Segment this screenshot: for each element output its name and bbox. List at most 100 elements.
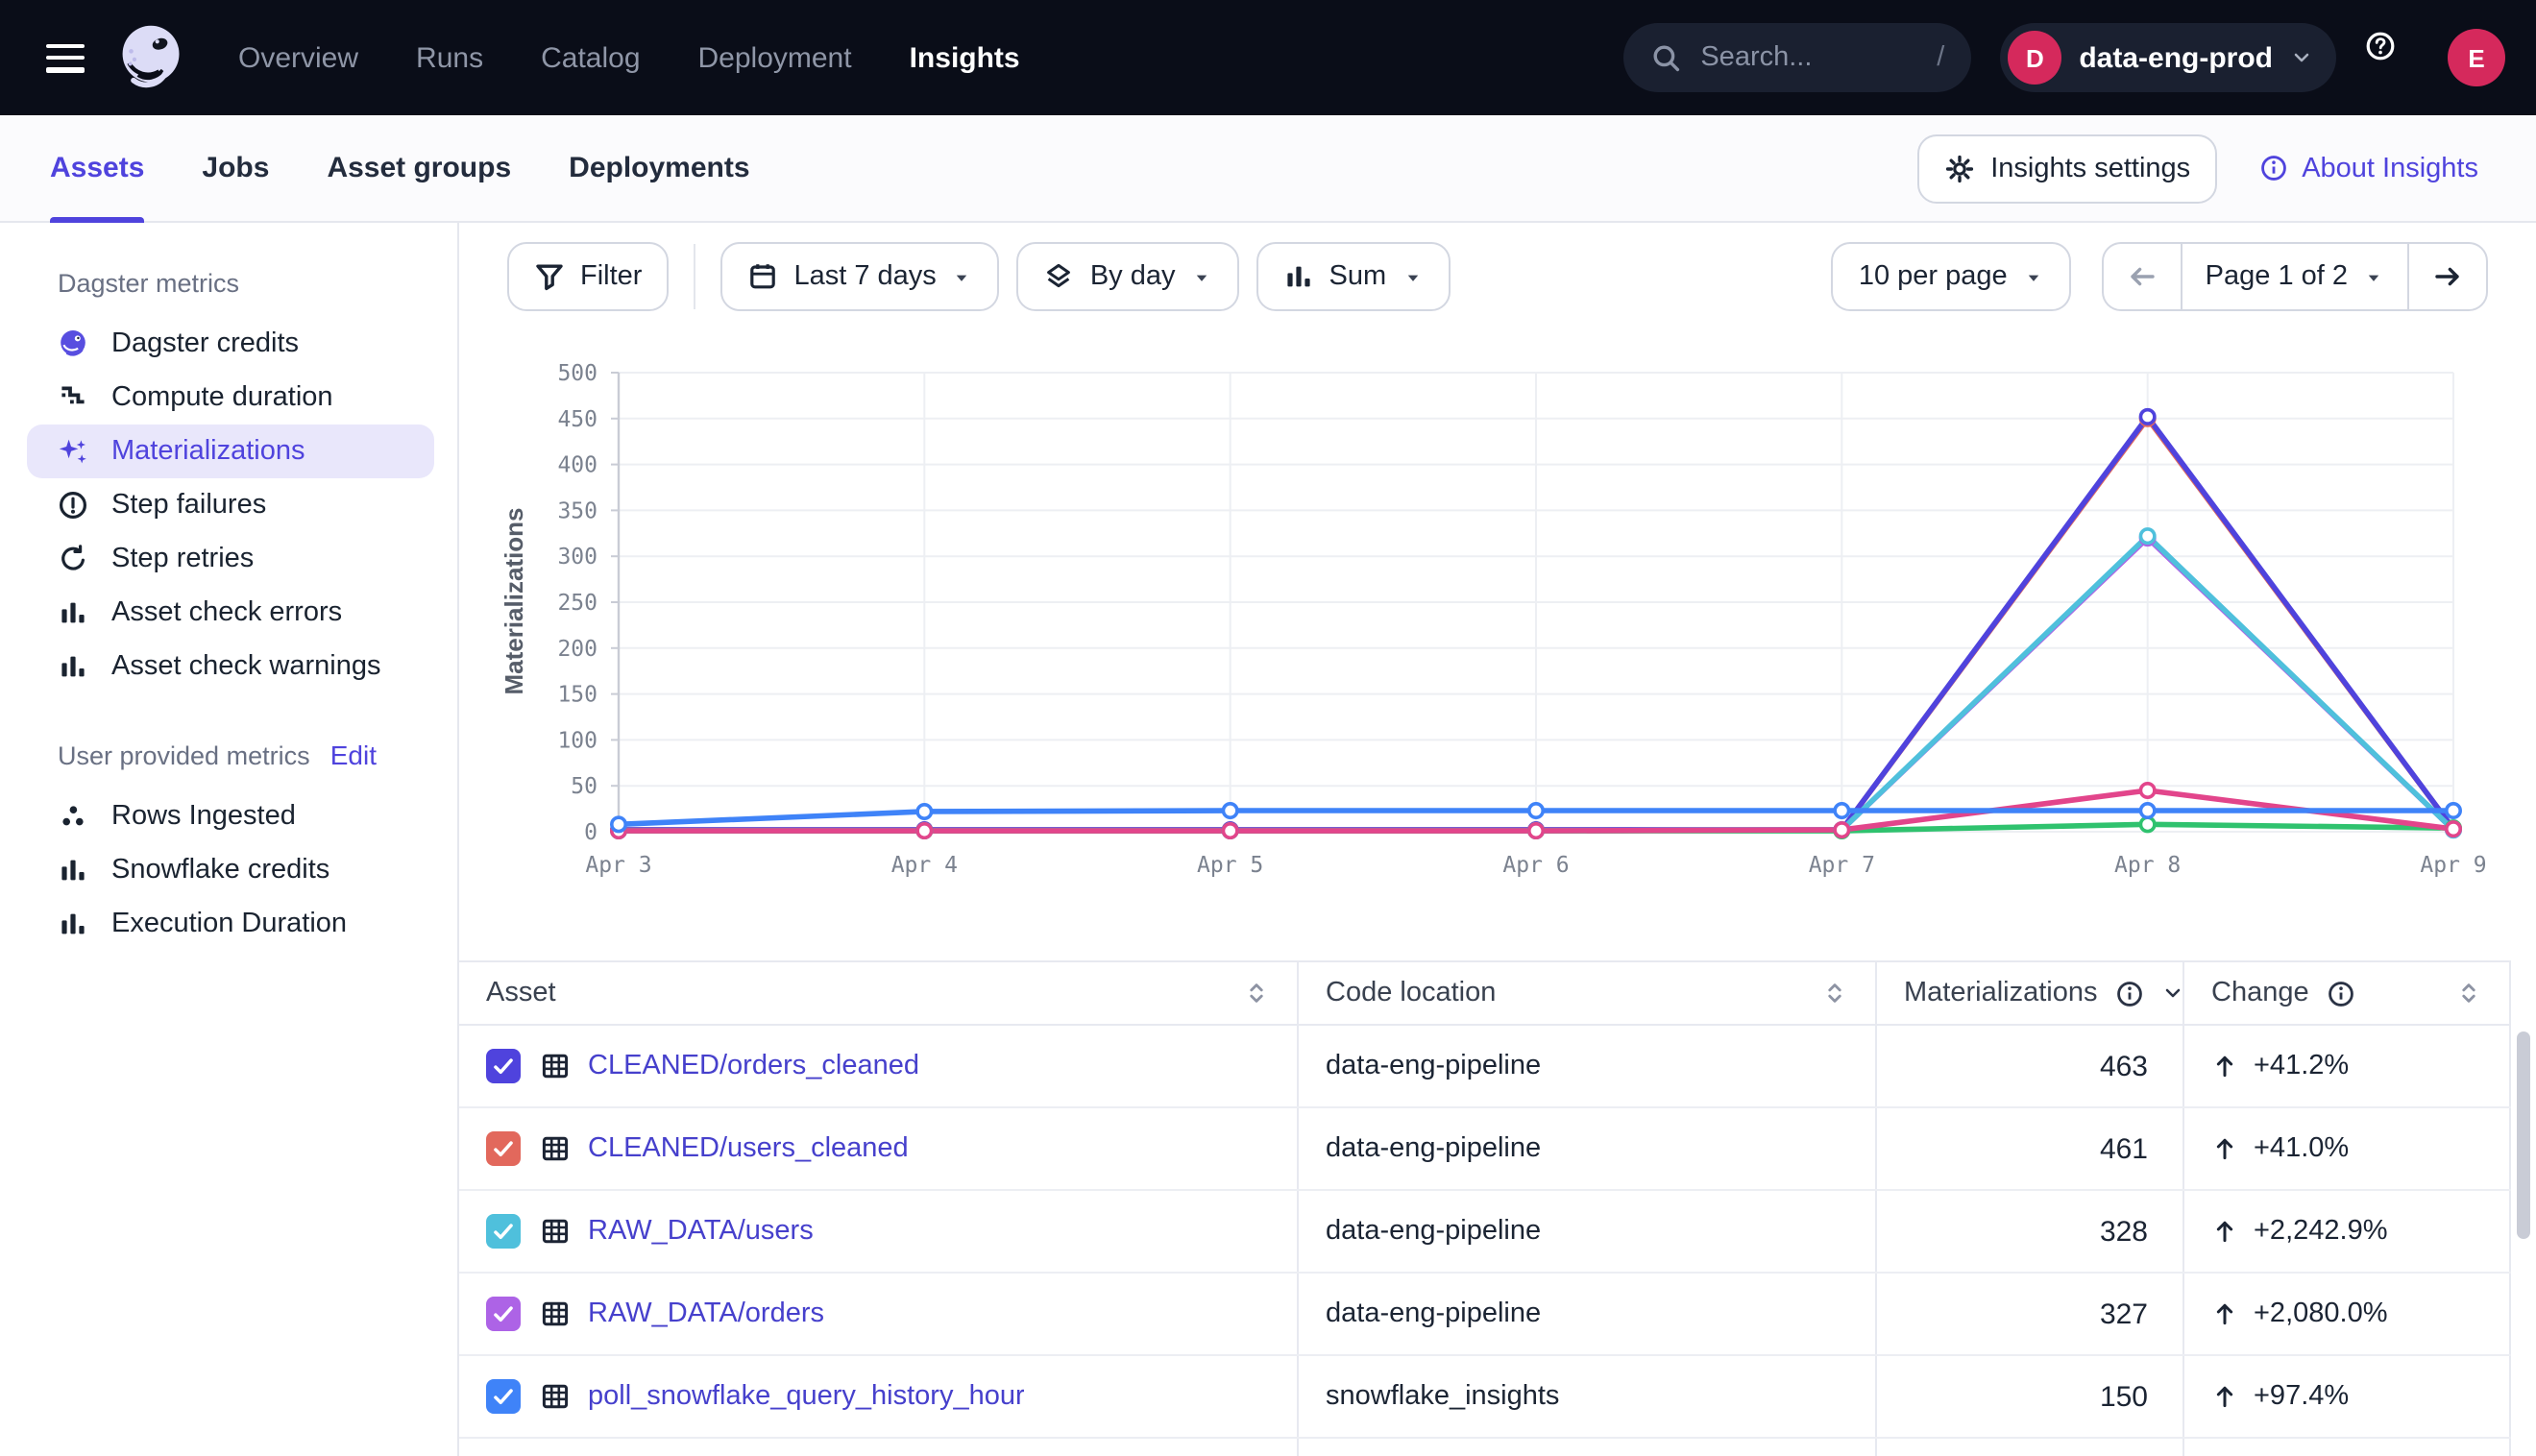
main-content: Filter Last 7 days By day Sum 10 per pag	[459, 223, 2536, 1456]
tab-bar-actions: Insights settings About Insights	[1917, 133, 2478, 203]
help-button[interactable]	[2365, 31, 2419, 85]
nav-item-overview[interactable]: Overview	[238, 41, 358, 74]
sidebar-item-dagster-credits[interactable]: Dagster credits	[27, 317, 434, 371]
svg-text:Apr 7: Apr 7	[1809, 853, 1875, 878]
change-column-label: Change	[2211, 978, 2309, 1008]
column-header-materializations[interactable]: Materializations	[1877, 962, 2184, 1024]
group-by-dropdown[interactable]: By day	[1017, 242, 1239, 311]
chevron-down-icon	[2161, 982, 2184, 1005]
nav-item-insights[interactable]: Insights	[910, 41, 1020, 74]
chevron-down-icon[interactable]	[2161, 982, 2184, 1005]
top-nav-right: Search... / D data-eng-prod E	[1623, 23, 2505, 92]
search-input[interactable]: Search... /	[1623, 23, 1971, 92]
line-chart-svg: 050100150200250300350400450500Apr 3Apr 4…	[459, 223, 2536, 914]
question-icon	[2365, 31, 2396, 61]
alert-circle-icon	[58, 490, 88, 521]
sidebar-item-rows-ingested[interactable]: Rows Ingested	[27, 789, 434, 843]
table-asset-icon	[540, 1051, 571, 1081]
asset-link[interactable]: RAW_DATA/orders	[588, 1298, 824, 1329]
prev-page-button[interactable]	[2104, 244, 2181, 309]
table-row: RAW_DATA/ordersdata-eng-pipeline327+2,08…	[459, 1274, 2511, 1356]
nav-item-catalog[interactable]: Catalog	[541, 41, 640, 74]
table-asset-icon	[540, 1216, 571, 1247]
about-insights-link[interactable]: About Insights	[2259, 153, 2478, 183]
change-cell: +41.0%	[2184, 1108, 2511, 1189]
page-indicator-dropdown[interactable]: Page 1 of 2	[2181, 244, 2407, 309]
tab-jobs[interactable]: Jobs	[202, 115, 269, 221]
sidebar-item-asset-check-warnings[interactable]: Asset check warnings	[27, 640, 434, 693]
series-checkbox[interactable]	[486, 1131, 521, 1166]
asset-link[interactable]: CLEANED/orders_cleaned	[588, 1051, 919, 1081]
page-size-dropdown[interactable]: 10 per page	[1832, 242, 2071, 311]
grid-icon	[540, 1298, 571, 1329]
arrow-left-icon	[2127, 261, 2158, 292]
user-avatar[interactable]: E	[2448, 29, 2505, 86]
series-checkbox[interactable]	[486, 1214, 521, 1249]
dagster-logo-icon[interactable]	[115, 21, 188, 94]
sort-icon[interactable]	[2455, 980, 2482, 1007]
page-indicator-label: Page 1 of 2	[2206, 261, 2348, 292]
sidebar-item-materializations[interactable]: Materializations	[27, 425, 434, 478]
asset-cell: poll_snowflake_query_history_hour	[459, 1356, 1299, 1437]
edit-metrics-link[interactable]: Edit	[330, 740, 377, 770]
table-row: poll_snowflake_query_history_hoursnowfla…	[459, 1356, 2511, 1439]
asset-link[interactable]: RAW_DATA/users	[588, 1216, 814, 1247]
svg-text:200: 200	[557, 637, 597, 662]
asset-cell: CLEANED/users_cleaned	[459, 1108, 1299, 1189]
calendar-icon	[747, 261, 778, 292]
svg-text:Apr 4: Apr 4	[891, 853, 958, 878]
aggregate-dropdown[interactable]: Sum	[1256, 242, 1451, 311]
date-range-dropdown[interactable]: Last 7 days	[720, 242, 999, 311]
code-location-cell: data-eng-pipeline	[1299, 1274, 1877, 1354]
next-page-button[interactable]	[2407, 244, 2486, 309]
sidebar-item-label: Asset check errors	[111, 597, 342, 628]
sidebar-item-execution-duration[interactable]: Execution Duration	[27, 897, 434, 951]
column-header-change[interactable]: Change	[2184, 962, 2511, 1024]
tab-deployments[interactable]: Deployments	[569, 115, 749, 221]
sidebar-item-asset-check-errors[interactable]: Asset check errors	[27, 586, 434, 640]
sort-icon[interactable]	[1243, 980, 1270, 1007]
about-insights-label: About Insights	[2302, 153, 2478, 183]
nav-item-runs[interactable]: Runs	[416, 41, 483, 74]
tab-asset-groups[interactable]: Asset groups	[327, 115, 511, 221]
sidebar-item-step-failures[interactable]: Step failures	[27, 478, 434, 532]
table-asset-icon	[540, 1298, 571, 1329]
change-cell	[2184, 1439, 2511, 1456]
dots-icon	[58, 801, 88, 832]
table-scrollbar[interactable]	[2517, 1031, 2530, 1239]
table-row: CLEANED/…	[459, 1439, 2511, 1456]
sidebar-item-step-retries[interactable]: Step retries	[27, 532, 434, 586]
svg-text:Apr 5: Apr 5	[1197, 853, 1263, 878]
table-row: RAW_DATA/usersdata-eng-pipeline328+2,242…	[459, 1191, 2511, 1274]
deployment-switcher[interactable]: D data-eng-prod	[2000, 23, 2336, 92]
column-header-asset[interactable]: Asset	[459, 962, 1299, 1024]
column-header-code-location[interactable]: Code location	[1299, 962, 1877, 1024]
info-icon[interactable]	[2115, 979, 2144, 1007]
sidebar-item-snowflake-credits[interactable]: Snowflake credits	[27, 843, 434, 897]
sort-icon[interactable]	[1821, 980, 1848, 1007]
sidebar-item-compute-duration[interactable]: Compute duration	[27, 371, 434, 425]
filter-button[interactable]: Filter	[507, 242, 669, 311]
caret-down-icon	[2023, 266, 2044, 287]
calendar-icon	[747, 261, 778, 292]
asset-link[interactable]: CLEANED/users_cleaned	[588, 1133, 909, 1164]
tab-assets[interactable]: Assets	[50, 115, 144, 221]
gear-icon	[1944, 153, 1975, 183]
asset-cell: CLEANED/…	[459, 1439, 1299, 1456]
search-placeholder: Search...	[1700, 42, 1812, 73]
sidebar-item-label: Execution Duration	[111, 909, 347, 939]
asset-cell: RAW_DATA/orders	[459, 1274, 1299, 1354]
series-checkbox[interactable]	[486, 1379, 521, 1414]
grid-icon	[540, 1216, 571, 1247]
info-icon[interactable]	[2327, 979, 2355, 1007]
insights-settings-button[interactable]: Insights settings	[1917, 133, 2217, 203]
menu-icon[interactable]	[46, 43, 85, 72]
series-checkbox[interactable]	[486, 1297, 521, 1331]
nav-item-deployment[interactable]: Deployment	[698, 41, 852, 74]
tabs: Assets Jobs Asset groups Deployments	[50, 115, 750, 221]
svg-text:400: 400	[557, 453, 597, 478]
asset-link[interactable]: poll_snowflake_query_history_hour	[588, 1381, 1025, 1412]
sidebar-item-label: Compute duration	[111, 382, 333, 413]
series-checkbox[interactable]	[486, 1049, 521, 1083]
change-value: +2,080.0%	[2254, 1298, 2388, 1329]
